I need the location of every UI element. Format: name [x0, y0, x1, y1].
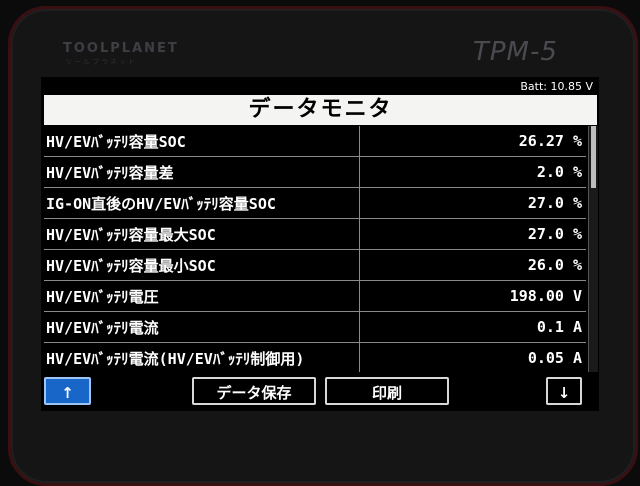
button-bar: ↑ データ保存 印刷 ↓ — [41, 375, 599, 411]
row-value: 27.0 % — [527, 225, 582, 243]
model-name: TPM-5 — [473, 37, 558, 67]
table-row[interactable]: HV/EVﾊﾞｯﾃﾘ容量差 2.0 % — [44, 157, 586, 188]
row-value: 0.1 A — [536, 318, 582, 336]
scroll-down-button[interactable]: ↓ — [546, 377, 582, 405]
table-row[interactable]: IG-ON直後のHV/EVﾊﾞｯﾃﾘ容量SOC 27.0 % — [44, 188, 586, 219]
page-title: データモニタ — [44, 95, 597, 125]
table-row[interactable]: HV/EVﾊﾞｯﾃﾘ電流 0.1 A — [44, 312, 586, 343]
table-row[interactable]: HV/EVﾊﾞｯﾃﾘ電流(HV/EVﾊﾞｯﾃﾘ制御用) 0.05 A — [44, 343, 586, 372]
row-value: 26.27 % — [518, 132, 582, 150]
row-value: 198.00 V — [509, 287, 582, 305]
row-label: HV/EVﾊﾞｯﾃﾘ容量差 — [44, 157, 360, 187]
row-label: HV/EVﾊﾞｯﾃﾘ容量最大SOC — [44, 219, 360, 249]
row-label: HV/EVﾊﾞｯﾃﾘ電流 — [44, 312, 360, 342]
row-label: HV/EVﾊﾞｯﾃﾘ容量最小SOC — [44, 250, 360, 280]
row-label: HV/EVﾊﾞｯﾃﾘ電圧 — [44, 281, 360, 311]
scroll-up-button[interactable]: ↑ — [44, 377, 91, 405]
row-value: 0.05 A — [527, 349, 582, 367]
save-data-button[interactable]: データ保存 — [192, 377, 316, 405]
table-row[interactable]: HV/EVﾊﾞｯﾃﾘ容量SOC 26.27 % — [44, 126, 586, 157]
row-label: HV/EVﾊﾞｯﾃﾘ電流(HV/EVﾊﾞｯﾃﾘ制御用) — [44, 343, 360, 372]
row-label: HV/EVﾊﾞｯﾃﾘ容量SOC — [44, 126, 360, 156]
table-row[interactable]: HV/EVﾊﾞｯﾃﾘ容量最小SOC 26.0 % — [44, 250, 586, 281]
row-value: 26.0 % — [527, 256, 582, 274]
table-row[interactable]: HV/EVﾊﾞｯﾃﾘ容量最大SOC 27.0 % — [44, 219, 586, 250]
print-button[interactable]: 印刷 — [325, 377, 449, 405]
brand-subtitle: ツールプラネット — [65, 58, 137, 66]
data-table: HV/EVﾊﾞｯﾃﾘ容量SOC 26.27 % HV/EVﾊﾞｯﾃﾘ容量差 2.0 %… — [44, 126, 586, 372]
row-value: 2.0 % — [536, 163, 582, 181]
screen: Batt: 10.85 V データモニタ HV/EVﾊﾞｯﾃﾘ容量SOC 26.2… — [41, 77, 599, 411]
battery-status: Batt: 10.85 V — [520, 80, 593, 93]
row-value: 27.0 % — [527, 194, 582, 212]
brand-logo: TOOLPLANET — [63, 41, 179, 56]
row-label: IG-ON直後のHV/EVﾊﾞｯﾃﾘ容量SOC — [44, 188, 360, 218]
scrollbar-thumb[interactable] — [591, 126, 596, 188]
scrollbar[interactable] — [588, 126, 598, 372]
table-row[interactable]: HV/EVﾊﾞｯﾃﾘ電圧 198.00 V — [44, 281, 586, 312]
